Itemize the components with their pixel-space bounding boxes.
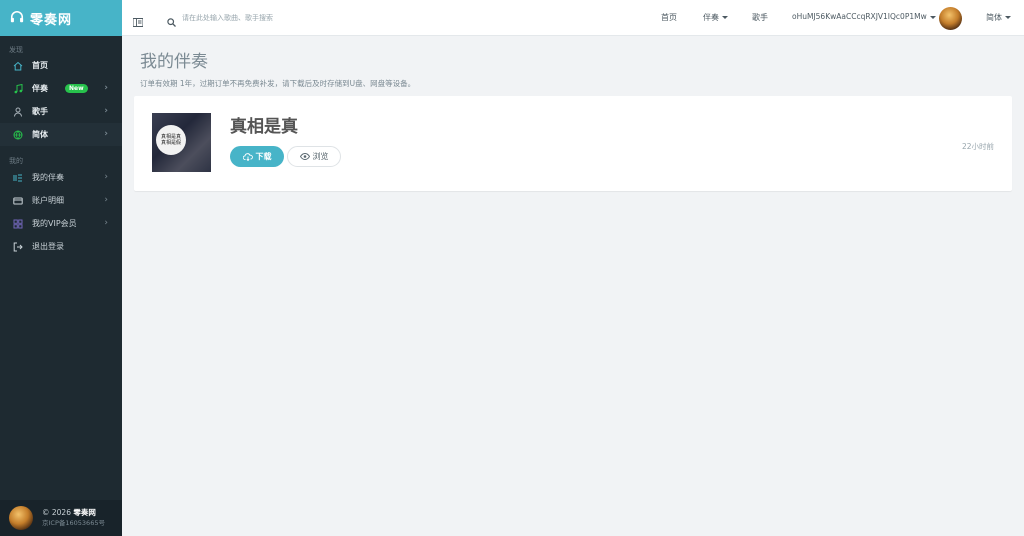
search-icon[interactable]: [167, 12, 176, 31]
list-icon: [12, 172, 24, 184]
download-label: 下载: [255, 152, 272, 161]
chevron-right-icon: ›: [104, 172, 108, 182]
main-content: 我的伴奏 订单有效期 1年，过期订单不再免费补发，请下载后及时存储到U盘、网盘等…: [122, 36, 1024, 536]
cover-text: 真相是假: [160, 140, 181, 146]
sidebar-toggle-icon[interactable]: [132, 12, 144, 31]
chevron-right-icon: ›: [104, 129, 108, 139]
sidebar-item-label: 歌手: [32, 107, 48, 116]
order-validity-note: 订单有效期 1年，过期订单不再免费补发，请下载后及时存储到U盘、网盘等设备。: [140, 79, 416, 88]
timestamp: 22小时前: [961, 142, 994, 151]
singer-icon: [12, 106, 24, 118]
cover-label: 真相是真 真相是假: [156, 125, 186, 155]
chevron-right-icon: ›: [104, 195, 108, 205]
preview-button[interactable]: 浏览: [287, 146, 341, 167]
page-title: 我的伴奏: [140, 52, 208, 72]
sidebar-footer: © 2026 零奏网 京ICP备16053665号: [0, 500, 122, 536]
top-header: 首页 伴奏 歌手 oHuMJ56KwAaCCcqRXJV1IQc0P1Mw 简体: [122, 0, 1024, 36]
sidebar-item-my-accompaniment[interactable]: 我的伴奏 ›: [0, 166, 122, 189]
caret-down-icon: [929, 15, 936, 19]
search-input[interactable]: [182, 10, 382, 25]
footer-site-name: 零奏网: [73, 508, 96, 517]
icp-license[interactable]: 京ICP备16053665号: [42, 518, 105, 529]
sidebar-item-label: 我的伴奏: [32, 173, 64, 182]
cloud-download-icon: [242, 152, 253, 161]
caret-down-icon: [1005, 16, 1011, 19]
header-avatar[interactable]: [939, 7, 962, 30]
accompaniment-item: 真相是真 真相是假 真相是真 下载 浏览 22小时前: [134, 96, 1012, 191]
headphones-icon: [10, 9, 24, 28]
logo[interactable]: 零奏网: [0, 0, 122, 36]
nav-section-mine: 我的: [9, 157, 23, 165]
home-icon: [12, 60, 24, 72]
globe-icon: [12, 129, 24, 141]
language-dropdown[interactable]: 简体: [986, 12, 1011, 23]
caret-down-icon: [722, 16, 728, 19]
sidebar: 零奏网 发现 首页 首页 伴奏 New › 歌手 › 简体 › 我的 我的: [0, 0, 122, 536]
download-button[interactable]: 下载: [230, 146, 284, 167]
user-menu[interactable]: oHuMJ56KwAaCCcqRXJV1IQc0P1Mw: [792, 12, 936, 21]
sidebar-item-label: 账户明细: [32, 196, 64, 205]
username: oHuMJ56KwAaCCcqRXJV1IQc0P1Mw: [792, 12, 927, 21]
grid-icon: [12, 218, 24, 230]
logout-icon: [12, 241, 24, 253]
nav-accompaniment-dropdown[interactable]: 伴奏: [703, 12, 728, 23]
sidebar-item-vip[interactable]: 我的VIP会员 ›: [0, 212, 122, 235]
sidebar-item-label: 简体: [32, 130, 48, 139]
sidebar-item-home[interactable]: 首页: [0, 54, 122, 77]
language-label: 简体: [986, 13, 1002, 22]
copyright-text: © 2026: [42, 508, 71, 517]
sidebar-item-label: 退出登录: [32, 242, 64, 251]
preview-label: 浏览: [312, 152, 329, 161]
chevron-right-icon: ›: [104, 218, 108, 228]
sidebar-item-label: 伴奏: [32, 84, 48, 93]
song-title[interactable]: 真相是真: [230, 112, 298, 137]
eye-icon: [299, 153, 310, 160]
chevron-right-icon: ›: [104, 83, 108, 93]
new-badge: New: [65, 84, 88, 93]
music-note-icon: [12, 83, 24, 95]
sidebar-item-singer[interactable]: 歌手 ›: [0, 100, 122, 123]
cover-image[interactable]: 真相是真 真相是假: [152, 113, 211, 172]
sidebar-item-account-details[interactable]: 账户明细 ›: [0, 189, 122, 212]
brand-name: 零奏网: [30, 12, 73, 28]
nav-section-discover: 发现: [9, 46, 23, 54]
avatar[interactable]: [9, 506, 33, 530]
sidebar-item-label: 我的VIP会员: [32, 219, 77, 228]
sidebar-item-accompaniment[interactable]: 首页 伴奏 New ›: [0, 77, 122, 100]
sidebar-item-label: 首页: [32, 61, 48, 70]
sidebar-item-language[interactable]: 简体 ›: [0, 123, 122, 146]
nav-accompaniment-label: 伴奏: [703, 13, 719, 22]
nav-singer-link[interactable]: 歌手: [752, 12, 768, 23]
nav-home-link[interactable]: 首页: [661, 12, 677, 23]
chevron-right-icon: ›: [104, 106, 108, 116]
card-icon: [12, 195, 24, 207]
sidebar-item-logout[interactable]: 退出登录: [0, 235, 122, 258]
